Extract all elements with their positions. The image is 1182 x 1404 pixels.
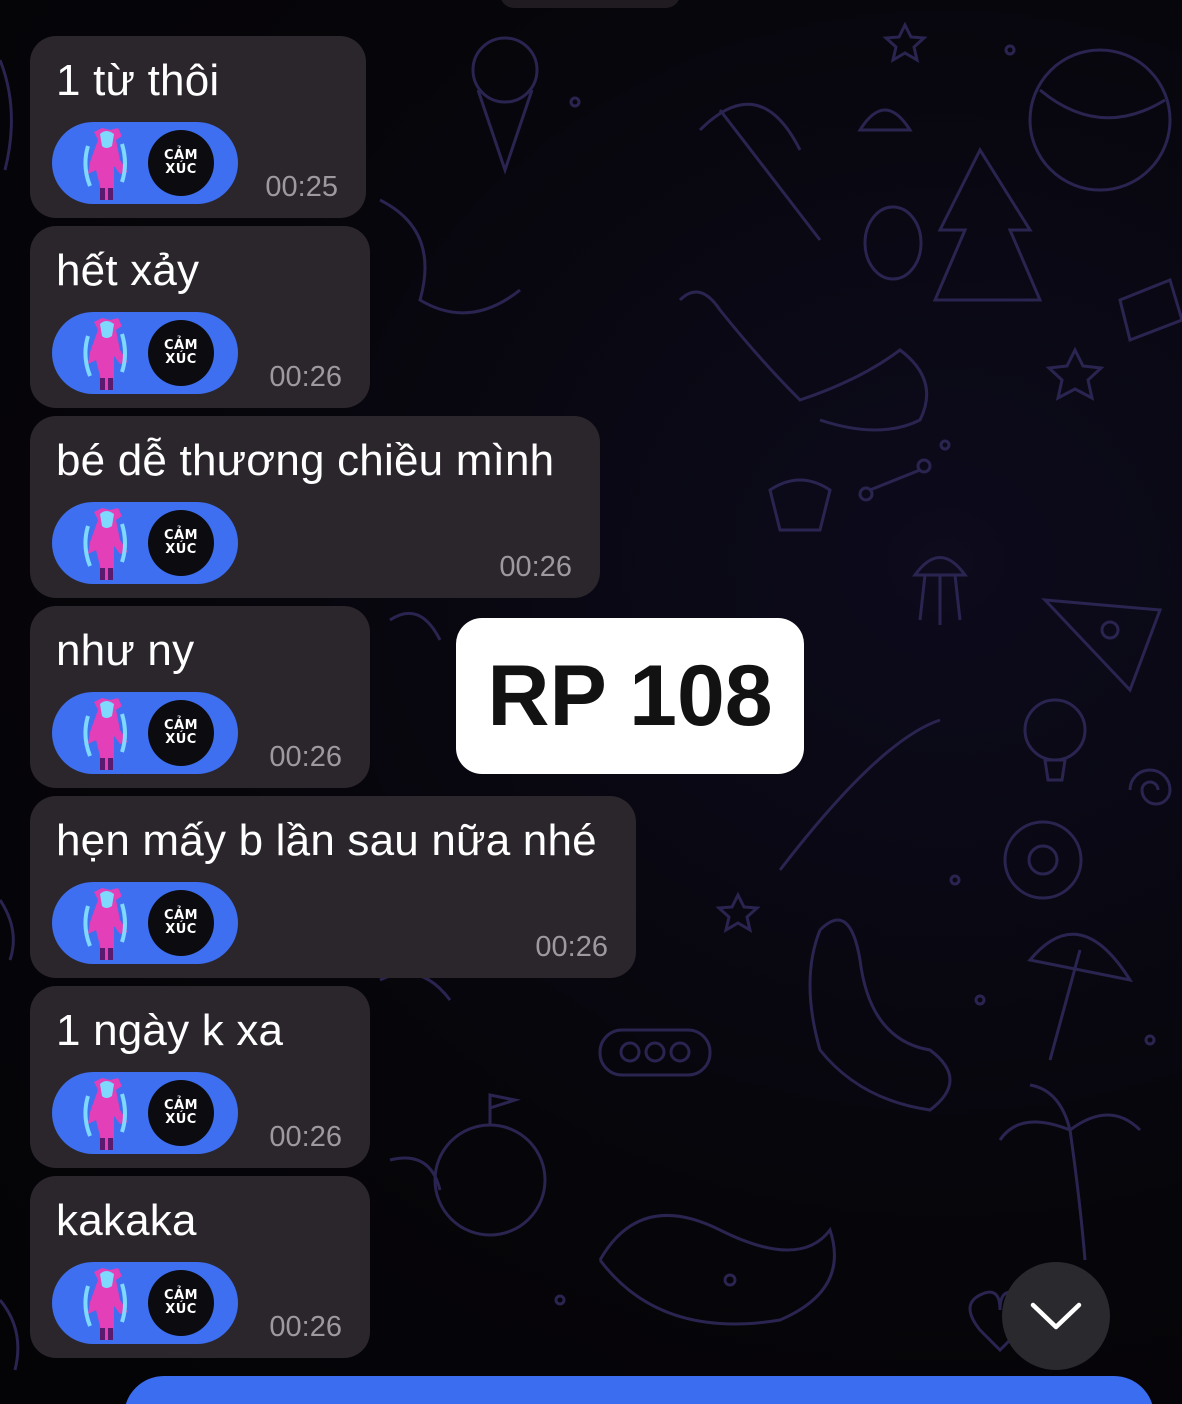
chevron-down-icon bbox=[1030, 1302, 1082, 1330]
rp-label: RP 108 bbox=[456, 618, 804, 774]
cam-xuc-badge: CẢM XÚC bbox=[148, 130, 214, 196]
message-text: 1 ngày k xa bbox=[56, 1006, 284, 1055]
message-bubble[interactable]: bé dễ thương chiều mình CẢM XÚC 00:26 bbox=[30, 416, 600, 598]
message-text: hết xảy bbox=[56, 246, 200, 295]
cam-xuc-badge: CẢM XÚC bbox=[148, 890, 214, 956]
anime-girl-icon bbox=[83, 128, 128, 200]
emotion-sticker[interactable]: CẢM XÚC bbox=[52, 1262, 238, 1344]
badge-line-2: XÚC bbox=[165, 542, 197, 557]
message-time: 00:25 bbox=[265, 171, 338, 203]
emotion-sticker[interactable]: CẢM XÚC bbox=[52, 692, 238, 774]
badge-line-1: CẢM bbox=[163, 1288, 199, 1303]
cam-xuc-badge: CẢM XÚC bbox=[148, 1080, 214, 1146]
badge-line-2: XÚC bbox=[165, 352, 197, 367]
emotion-sticker[interactable]: CẢM XÚC bbox=[52, 122, 238, 204]
anime-girl-icon bbox=[83, 508, 128, 580]
cam-xuc-badge: CẢM XÚC bbox=[148, 320, 214, 386]
emotion-sticker[interactable]: CẢM XÚC bbox=[52, 1072, 238, 1154]
message-time: 00:26 bbox=[499, 551, 572, 583]
message-text: bé dễ thương chiều mình bbox=[56, 436, 555, 485]
message-time: 00:26 bbox=[269, 741, 342, 773]
top-message-edge bbox=[500, 0, 680, 8]
badge-line-1: CẢM bbox=[163, 528, 199, 543]
badge-line-2: XÚC bbox=[165, 922, 197, 937]
message-text: hẹn mấy b lần sau nữa nhé bbox=[56, 816, 597, 865]
emotion-sticker[interactable]: CẢM XÚC bbox=[52, 882, 238, 964]
badge-line-1: CẢM bbox=[163, 148, 199, 163]
anime-girl-icon bbox=[83, 698, 128, 770]
badge-line-1: CẢM bbox=[163, 908, 199, 923]
message-text: 1 từ thôi bbox=[56, 56, 220, 105]
badge-line-2: XÚC bbox=[165, 1112, 197, 1127]
message-bubble[interactable]: 1 từ thôi CẢM XÚC 00:25 bbox=[30, 36, 366, 218]
message-bubble[interactable]: kakaka CẢM XÚC 00:26 bbox=[30, 1176, 370, 1358]
message-bubble[interactable]: hết xảy CẢM XÚC 00:26 bbox=[30, 226, 370, 408]
cam-xuc-badge: CẢM XÚC bbox=[148, 1270, 214, 1336]
message-time: 00:26 bbox=[269, 361, 342, 393]
chat-screen: 1 từ thôi CẢM XÚC 00:25 hết xảy CẢM XÚC … bbox=[0, 0, 1182, 1404]
badge-line-2: XÚC bbox=[165, 732, 197, 747]
emotion-sticker[interactable]: CẢM XÚC bbox=[52, 312, 238, 394]
anime-girl-icon bbox=[83, 888, 128, 960]
badge-line-1: CẢM bbox=[163, 718, 199, 733]
badge-line-2: XÚC bbox=[165, 1302, 197, 1317]
badge-line-2: XÚC bbox=[165, 162, 197, 177]
badge-line-1: CẢM bbox=[163, 1098, 199, 1113]
cam-xuc-badge: CẢM XÚC bbox=[148, 510, 214, 576]
cam-xuc-badge: CẢM XÚC bbox=[148, 700, 214, 766]
scroll-down-button[interactable] bbox=[1002, 1262, 1110, 1370]
badge-line-1: CẢM bbox=[163, 338, 199, 353]
message-time: 00:26 bbox=[269, 1311, 342, 1343]
message-bubble[interactable]: hẹn mấy b lần sau nữa nhé CẢM XÚC 00:26 bbox=[30, 796, 636, 978]
anime-girl-icon bbox=[83, 318, 128, 390]
bottom-blue-bar[interactable] bbox=[124, 1376, 1154, 1404]
message-text: như ny bbox=[56, 626, 195, 675]
message-time: 00:26 bbox=[269, 1121, 342, 1153]
anime-girl-icon bbox=[83, 1078, 128, 1150]
message-time: 00:26 bbox=[535, 931, 608, 963]
message-bubble[interactable]: như ny CẢM XÚC 00:26 bbox=[30, 606, 370, 788]
message-text: kakaka bbox=[56, 1196, 197, 1245]
anime-girl-icon bbox=[83, 1268, 128, 1340]
emotion-sticker[interactable]: CẢM XÚC bbox=[52, 502, 238, 584]
message-bubble[interactable]: 1 ngày k xa CẢM XÚC 00:26 bbox=[30, 986, 370, 1168]
